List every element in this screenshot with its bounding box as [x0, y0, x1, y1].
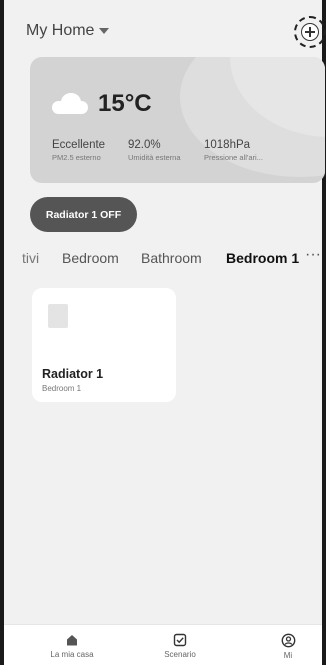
- metric-value: 1018hPa: [204, 139, 251, 151]
- add-button-highlight[interactable]: [294, 16, 326, 48]
- home-icon: [67, 635, 77, 646]
- tab-bedroom[interactable]: Bedroom: [62, 250, 119, 266]
- device-name: Radiator 1: [42, 367, 104, 381]
- more-icon[interactable]: ···: [305, 246, 321, 264]
- nav-me[interactable]: Mi: [248, 633, 326, 660]
- tab-bathroom[interactable]: Bathroom: [141, 250, 202, 266]
- cloud-icon: [52, 93, 88, 114]
- tab-bedroom-1[interactable]: Bedroom 1: [226, 250, 299, 266]
- device-card[interactable]: Radiator 1 Bedroom 1: [32, 288, 176, 402]
- metric-label: Umidità esterna: [128, 153, 181, 162]
- profile-icon: [281, 633, 295, 648]
- nav-label: Mi: [283, 651, 293, 660]
- caret-down-icon: [99, 28, 110, 34]
- scene-button[interactable]: Radiator 1 OFF: [30, 197, 137, 232]
- home-name: My Home: [26, 22, 95, 39]
- checkbox-icon: [173, 633, 187, 647]
- phone-screen: My Home 15°C Eccellente PM2.5 esterno 92…: [0, 0, 326, 665]
- tab-tivi[interactable]: tivi: [22, 250, 39, 266]
- metric-pressure: 1018hPa Pressione all'ari...: [204, 139, 263, 162]
- header: My Home: [4, 0, 326, 55]
- metric-humidity: 92.0% Umidità esterna: [128, 139, 181, 162]
- home-selector[interactable]: My Home: [26, 22, 110, 40]
- nav-label: Scenario: [164, 650, 196, 659]
- metric-pm25: Eccellente PM2.5 esterno: [52, 139, 105, 162]
- metric-value: Eccellente: [52, 139, 106, 151]
- bottom-nav: La mia casa Scenario Mi: [4, 624, 322, 665]
- metric-label: Pressione all'ari...: [204, 153, 263, 162]
- metric-label: PM2.5 esterno: [52, 153, 101, 162]
- nav-home[interactable]: La mia casa: [32, 633, 112, 659]
- temperature: 15°C: [98, 90, 152, 117]
- nav-label: La mia casa: [50, 650, 94, 659]
- device-room: Bedroom 1: [42, 384, 82, 393]
- room-tabs: tivi Bedroom Bathroom Bedroom 1 ···: [4, 246, 322, 274]
- radiator-icon: [48, 304, 68, 328]
- nav-scenario[interactable]: Scenario: [140, 633, 220, 659]
- plus-icon[interactable]: [301, 23, 319, 41]
- metric-value: 92.0%: [128, 139, 161, 151]
- weather-card[interactable]: 15°C Eccellente PM2.5 esterno 92.0% Umid…: [30, 57, 325, 183]
